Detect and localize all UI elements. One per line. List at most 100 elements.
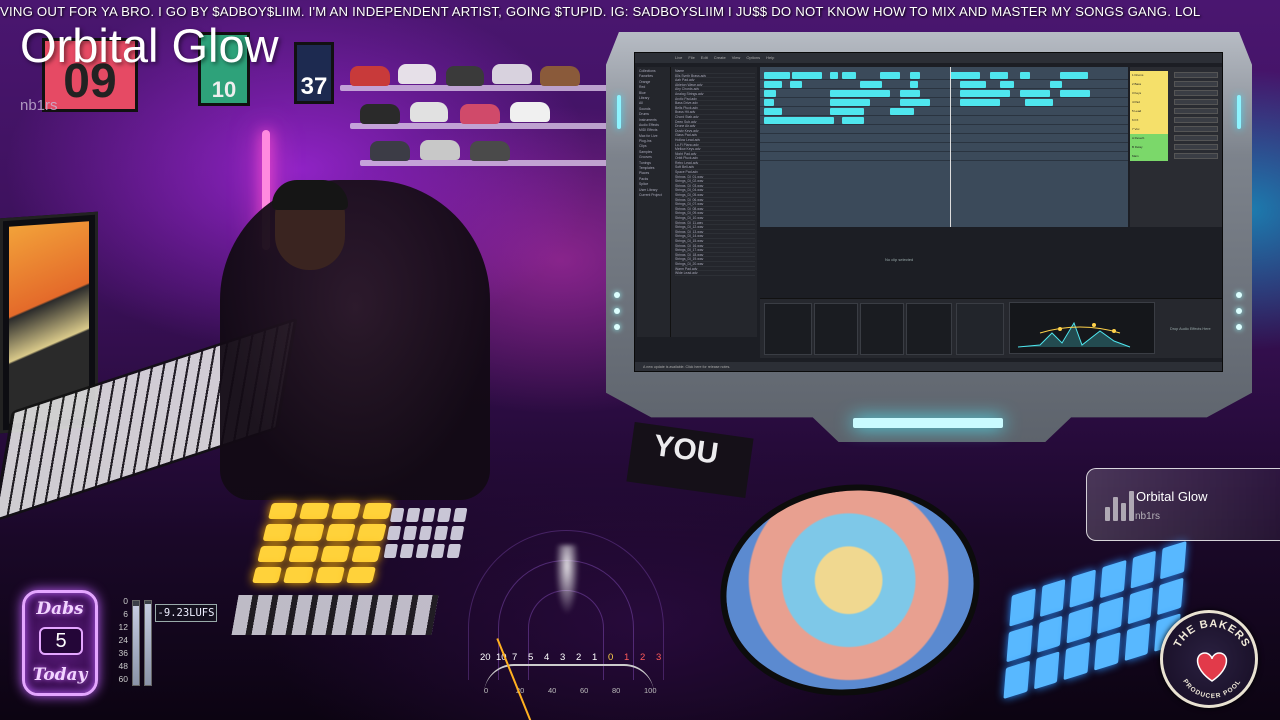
daw-clip[interactable]	[790, 81, 802, 88]
daw-track-lane[interactable]	[760, 143, 1128, 152]
daw-track-controls[interactable]	[1174, 72, 1218, 78]
daw-track-header[interactable]: 1 Drums	[1130, 71, 1168, 80]
vu-scale-label: 80	[612, 686, 621, 695]
daw-menu-item[interactable]: Edit	[701, 56, 708, 60]
daw-track-lane[interactable]	[760, 80, 1128, 89]
daw-clip[interactable]	[764, 117, 834, 124]
daw-clip[interactable]	[960, 81, 986, 88]
daw-track-lane[interactable]	[760, 107, 1128, 116]
now-playing-title: Orbital Glow	[1136, 489, 1208, 504]
daw-clip[interactable]	[910, 81, 918, 88]
daw-clip[interactable]	[910, 72, 920, 79]
daw-clip[interactable]	[830, 99, 870, 106]
vu-scale-label: 1	[624, 652, 630, 663]
daw-menu-bar[interactable]: Live File Edit Create View Options Help	[635, 53, 1222, 63]
daw-menu-item[interactable]: Help	[766, 56, 774, 60]
daw-clip[interactable]	[1060, 72, 1088, 79]
device-slot[interactable]	[906, 303, 952, 355]
meter-scale-label: 12	[118, 622, 128, 632]
daw-clip[interactable]	[860, 81, 882, 88]
daw-track-lane[interactable]	[760, 152, 1128, 161]
device-slot[interactable]	[814, 303, 858, 355]
daw-clip[interactable]	[960, 90, 1010, 97]
daw-track-lane[interactable]	[760, 116, 1128, 125]
daw-menu-item[interactable]: Live	[675, 56, 682, 60]
daw-track-header[interactable]: A Reverb	[1130, 134, 1168, 143]
daw-track-header[interactable]: 5 Lead	[1130, 107, 1168, 116]
daw-clip[interactable]	[960, 99, 1000, 106]
daw-track-headers[interactable]: 1 Drums 2 Bass 3 Keys 4 Pad 5 Lead 6 FX 7 Vox A…	[1130, 67, 1222, 227]
daw-clip[interactable]	[764, 108, 782, 115]
bezel-dot	[1236, 324, 1242, 330]
daw-menu-item[interactable]: File	[688, 56, 694, 60]
daw-browser-places[interactable]: Collections Favorites Orange Red Blue Library…	[637, 67, 671, 337]
vu-scale-label: 0	[608, 652, 614, 663]
daw-clip[interactable]	[990, 72, 1008, 79]
vu-scale-label: 2	[640, 652, 646, 663]
device-slot[interactable]	[860, 303, 904, 355]
daw-track-header[interactable]: 4 Pad	[1130, 98, 1168, 107]
daw-track-controls[interactable]	[1174, 126, 1218, 132]
daw-track-controls[interactable]	[1174, 117, 1218, 123]
daw-clip[interactable]	[1000, 81, 1014, 88]
daw-clip[interactable]	[900, 90, 920, 97]
daw-menu-item[interactable]: Create	[714, 56, 726, 60]
daw-track-lane[interactable]	[760, 89, 1128, 98]
daw-browser[interactable]: Collections Favorites Orange Red Blue Library…	[637, 67, 757, 337]
daw-browser-files[interactable]: Name 80s Synth Brass.adv Aah Pad.adv Ableto…	[673, 67, 757, 337]
audio-visualizer-particles	[555, 545, 579, 615]
daw-track-controls[interactable]	[1174, 135, 1218, 141]
daw-track-lane[interactable]	[760, 71, 1128, 80]
daw-track-header[interactable]: 6 FX	[1130, 116, 1168, 125]
daw-track-header[interactable]: B Delay	[1130, 143, 1168, 152]
daw-clip[interactable]	[764, 99, 774, 106]
vu-scale-label: 3	[656, 652, 662, 663]
daw-arrangement-view[interactable]	[760, 67, 1128, 227]
bezel-dot	[614, 308, 620, 314]
daw-track-header[interactable]: 3 Keys	[1130, 89, 1168, 98]
daw-track-header[interactable]: 2 Bass	[1130, 80, 1168, 89]
daw-clip[interactable]	[764, 72, 790, 79]
daw-clip[interactable]	[900, 99, 930, 106]
daw-place-item[interactable]: Current Project	[639, 193, 668, 198]
sticker-panel: YOU	[626, 421, 754, 499]
daw-clip[interactable]	[1050, 81, 1062, 88]
daw-track-lane[interactable]	[760, 125, 1128, 134]
daw-track-controls[interactable]	[1174, 90, 1218, 96]
daw-clip[interactable]	[1060, 90, 1090, 97]
daw-clip[interactable]	[1020, 72, 1030, 79]
vu-scale-label: 4	[544, 652, 550, 663]
daw-track-controls[interactable]	[1174, 81, 1218, 87]
daw-track-controls[interactable]	[1174, 99, 1218, 105]
daw-track-controls[interactable]	[1174, 144, 1218, 150]
daw-menu-item[interactable]: Options	[746, 56, 760, 60]
daw-clip[interactable]	[764, 81, 782, 88]
daw-menu-item[interactable]: View	[732, 56, 741, 60]
daw-status-bar[interactable]: A new update is available. Click here fo…	[635, 362, 1222, 371]
daw-track-lane[interactable]	[760, 134, 1128, 143]
daw-file-item[interactable]: Wide Lead.adv	[675, 271, 755, 276]
meter-scale-label: 24	[118, 635, 128, 645]
daw-track-controls[interactable]	[1174, 108, 1218, 114]
daw-clip[interactable]	[830, 72, 838, 79]
daw-clip[interactable]	[792, 72, 822, 79]
daw-clip[interactable]	[764, 90, 776, 97]
daw-clip[interactable]	[890, 108, 914, 115]
daw-playhead[interactable]	[950, 67, 951, 227]
daw-clip[interactable]	[950, 72, 980, 79]
device-slot[interactable]	[956, 303, 1004, 355]
daw-track-header[interactable]: Main	[1130, 152, 1168, 161]
daw-clip[interactable]	[880, 72, 900, 79]
daw-clip[interactable]	[842, 117, 864, 124]
device-slot[interactable]	[764, 303, 812, 355]
daw-track-controls[interactable]	[1174, 153, 1218, 159]
daw-clip[interactable]	[1025, 99, 1053, 106]
daw-eq-device[interactable]	[1009, 302, 1155, 354]
daw-clip[interactable]	[830, 90, 890, 97]
daw-clip[interactable]	[1020, 90, 1050, 97]
daw-track-header[interactable]: 7 Vox	[1130, 125, 1168, 134]
daw-clip[interactable]	[830, 108, 864, 115]
daw-no-clip-message: No clip selected	[885, 257, 914, 262]
daw-track-lane[interactable]	[760, 98, 1128, 107]
daw-clip[interactable]	[842, 72, 856, 79]
